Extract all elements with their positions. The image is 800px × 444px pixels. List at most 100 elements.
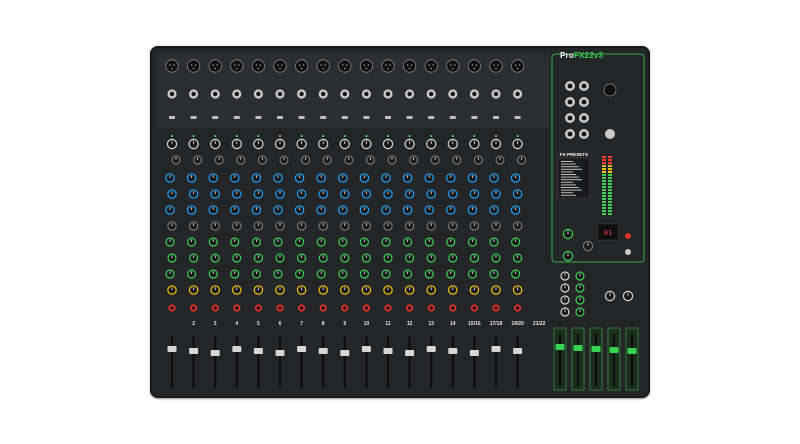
xlr-input-jack[interactable] [338,59,352,73]
channel-fader[interactable] [253,348,263,354]
pad-switch[interactable] [428,116,435,119]
master-fader[interactable] [609,347,619,353]
fader-slot [613,334,615,386]
channel-fader[interactable] [426,346,436,352]
xlr-pin [344,67,346,70]
jack-hole [567,99,573,105]
master-fader[interactable] [555,344,565,350]
fx-tap-button[interactable] [625,233,631,239]
channel-fader[interactable] [448,348,458,354]
fader-slot [235,336,238,388]
xlr-input-jack[interactable] [295,59,309,73]
jack-hole [429,91,434,97]
channel-fader[interactable] [275,350,285,356]
channel-fader[interactable] [513,348,523,354]
level-meter-segment [602,213,606,215]
xlr-pin [406,64,409,66]
jack-hole [581,131,587,137]
level-meter-segment [602,207,606,209]
xlr-pin [298,64,301,66]
pad-switch[interactable] [385,116,391,119]
mute-button-center [278,306,282,310]
pad-switch[interactable] [449,116,456,119]
channel-fader[interactable] [340,350,350,356]
mute-button-center [515,306,520,310]
pad-switch[interactable] [169,116,175,119]
jack-hole [472,91,477,97]
xlr-input-jack[interactable] [510,59,525,73]
xlr-input-jack[interactable] [424,59,438,73]
channel-label: 13 [428,321,434,327]
pad-switch[interactable] [341,116,348,119]
channel-fader[interactable] [210,350,220,356]
fx-preset-entry [561,168,582,170]
pad-switch[interactable] [255,116,262,119]
pad-switch[interactable] [190,116,197,119]
xlr-input-jack[interactable] [230,59,244,73]
xlr-pin [385,64,387,66]
xlr-input-jack[interactable] [273,59,287,73]
xlr-input-jack[interactable] [446,59,460,73]
level-meter-segment [602,159,606,161]
channel-label: 19/20 [511,321,524,327]
fx-presets-title: FX PRESETS [560,152,589,157]
xlr-input-jack[interactable] [316,59,330,73]
pad-switch[interactable] [212,116,219,119]
xlr-input-jack[interactable] [359,59,373,73]
jack-hole [493,91,499,97]
channel-fader[interactable] [318,348,328,354]
mute-button-center [494,306,498,310]
jack-hole [450,91,455,97]
fx-select-button[interactable] [625,249,631,255]
pad-switch[interactable] [363,116,370,119]
xlr-pin [367,64,370,66]
xlr-pin [171,67,173,70]
xlr-pin [454,64,456,66]
level-meter-segment [608,186,612,188]
xlr-input-jack[interactable] [467,59,481,73]
level-meter-segment [602,192,606,194]
jack-hole [581,115,587,121]
xlr-input-jack[interactable] [208,59,222,73]
channel-fader[interactable] [361,346,371,352]
channel-fader[interactable] [232,346,242,352]
pad-switch[interactable] [514,116,521,119]
level-meter-segment [608,183,612,185]
pad-switch[interactable] [493,116,499,119]
level-meter-segment [602,201,606,203]
xlr-input-jack[interactable] [381,59,395,73]
master-fader[interactable] [591,346,601,352]
xlr-pin [259,64,262,66]
channel-fader[interactable] [469,350,479,356]
master-fader[interactable] [573,345,583,351]
channel-fader[interactable] [167,346,177,352]
mute-button-center [429,306,434,310]
channel-fader[interactable] [491,346,501,352]
level-meter-segment [608,204,612,206]
pad-switch[interactable] [471,116,478,119]
master-fader[interactable] [627,348,637,354]
footswitch-jack[interactable] [603,83,617,97]
channel-label: 7 [300,321,303,327]
channel-fader[interactable] [383,348,393,354]
fx-preset-entry [561,194,576,196]
pad-switch[interactable] [233,116,240,119]
xlr-pin [173,64,175,66]
channel-fader[interactable] [189,348,199,354]
pad-switch[interactable] [298,116,305,119]
jack-hole [321,91,326,97]
xlr-input-jack[interactable] [165,59,179,73]
signal-led [322,135,325,137]
xlr-input-jack[interactable] [403,59,417,73]
pad-switch[interactable] [320,116,327,119]
channel-label: 4 [235,321,239,327]
xlr-input-jack[interactable] [489,59,503,73]
pad-switch[interactable] [406,116,413,119]
channel-fader[interactable] [297,346,307,352]
pad-switch[interactable] [277,116,283,119]
xlr-input-jack[interactable] [186,59,201,73]
channel-fader[interactable] [405,350,415,356]
xlr-input-jack[interactable] [251,59,266,73]
phones-jack[interactable] [605,129,615,139]
level-meter-segment [608,201,612,203]
